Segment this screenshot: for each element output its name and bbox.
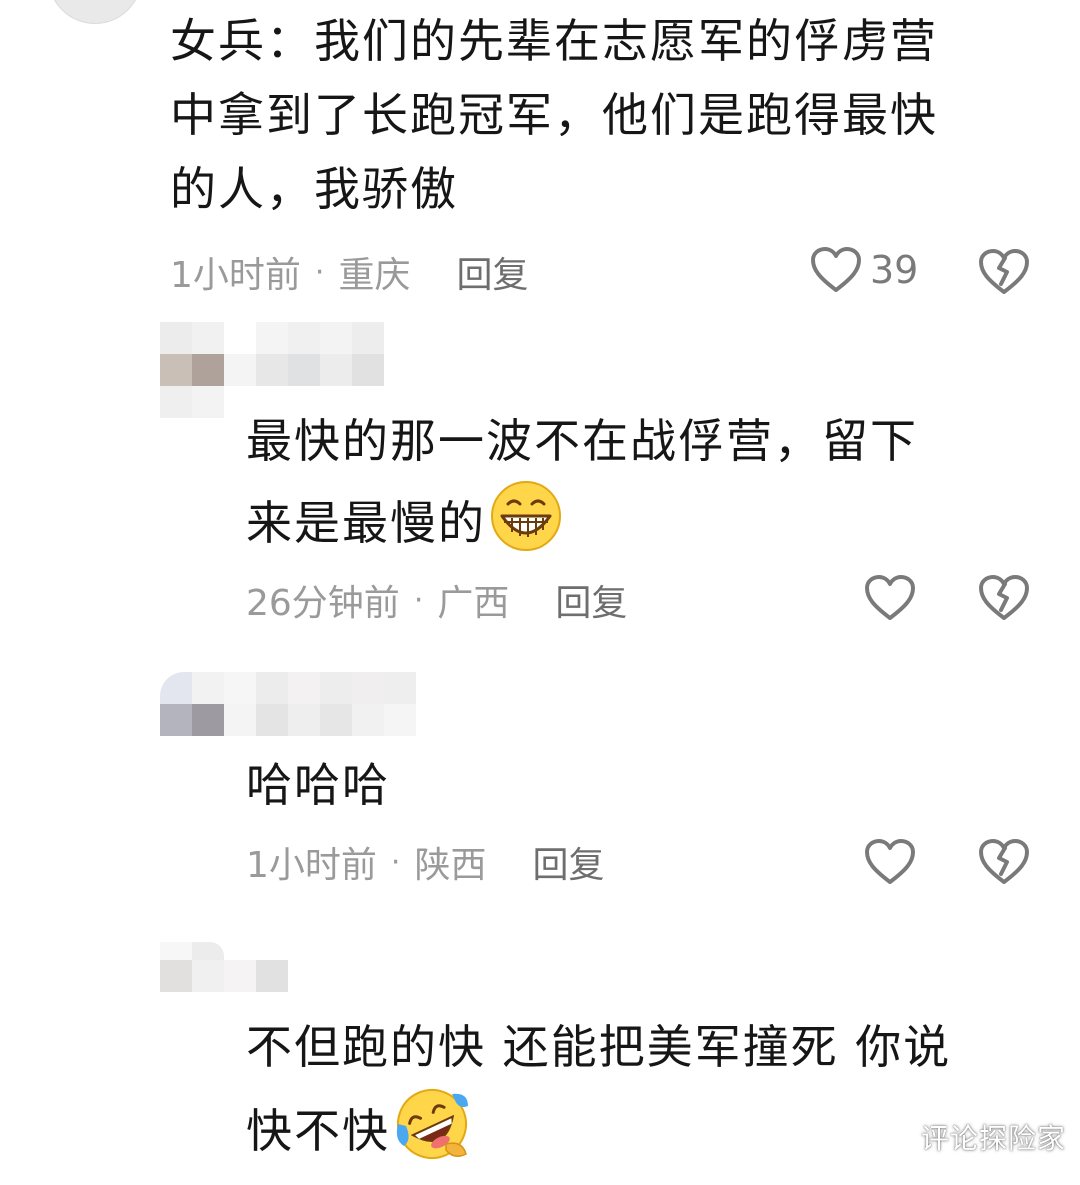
reply-button[interactable]: 回复 (555, 574, 627, 626)
watermark-text: 评论探险家 (920, 1122, 1066, 1155)
dislike-button[interactable] (978, 574, 1030, 622)
comment-text-line: 来是最慢的 (246, 496, 486, 550)
broken-heart-icon (978, 838, 1030, 886)
comment-time: 1小时前 (246, 845, 377, 886)
reply-button[interactable]: 回复 (532, 836, 604, 888)
dislike-button[interactable] (978, 838, 1030, 886)
comment-text: 不但跑的快 还能把美军撞死 你说 快不快 (246, 1010, 951, 1185)
meta-separator: · (390, 844, 401, 880)
broken-heart-icon (978, 248, 1030, 296)
comment-meta: 1小时前 · 重庆 回复 (170, 246, 528, 298)
comment-text-line: 中拿到了长跑冠军，他们是跑得最快 (170, 88, 938, 142)
comment-text-line-wrap: 快不快 (246, 1084, 951, 1185)
like-button[interactable] (864, 574, 916, 622)
reply-button[interactable]: 回复 (456, 246, 528, 298)
like-button[interactable] (864, 838, 916, 886)
comment-text-line: 女兵：我们的先辈在志愿军的俘虏营 (170, 14, 938, 68)
comment-location: 重庆 (338, 255, 411, 296)
dislike-button[interactable] (978, 248, 1030, 296)
comment-text-line: 的人，我骄傲 (170, 162, 458, 216)
comment-time: 1小时前 (170, 255, 301, 296)
meta-separator: · (314, 254, 325, 290)
comment-text-line: 快不快 (246, 1104, 390, 1158)
heart-icon (810, 246, 862, 294)
like-count: 39 (870, 248, 919, 292)
comment-text-line: 哈哈哈 (246, 758, 390, 812)
comment-text-line-wrap: 来是最慢的 (246, 478, 918, 575)
comment-meta: 1小时前 · 陕西 回复 (246, 836, 604, 888)
broken-heart-icon (978, 574, 1030, 622)
heart-icon (864, 574, 916, 622)
meta-separator: · (413, 582, 424, 618)
rolling-laughing-emoji (392, 1084, 472, 1185)
avatar[interactable] (48, 0, 142, 24)
like-button[interactable]: 39 (810, 246, 918, 294)
comment-location: 陕西 (414, 845, 487, 886)
comment-meta: 26分钟前 · 广西 回复 (246, 574, 627, 626)
comment-text-line: 最快的那一波不在战俘营，留下 (246, 414, 918, 468)
blurred-username (160, 942, 288, 992)
grinning-teeth-emoji (488, 478, 564, 575)
comment-text: 女兵：我们的先辈在志愿军的俘虏营 中拿到了长跑冠军，他们是跑得最快 的人，我骄傲 (170, 4, 938, 226)
comment-location: 广西 (437, 583, 510, 624)
comment-text-line: 不但跑的快 还能把美军撞死 你说 (246, 1020, 952, 1074)
comment-time: 26分钟前 (246, 583, 400, 624)
heart-icon (864, 838, 916, 886)
comment-text: 最快的那一波不在战俘营，留下 来是最慢的 (246, 404, 918, 575)
comment-text: 哈哈哈 (246, 748, 390, 822)
blurred-username (160, 672, 416, 736)
